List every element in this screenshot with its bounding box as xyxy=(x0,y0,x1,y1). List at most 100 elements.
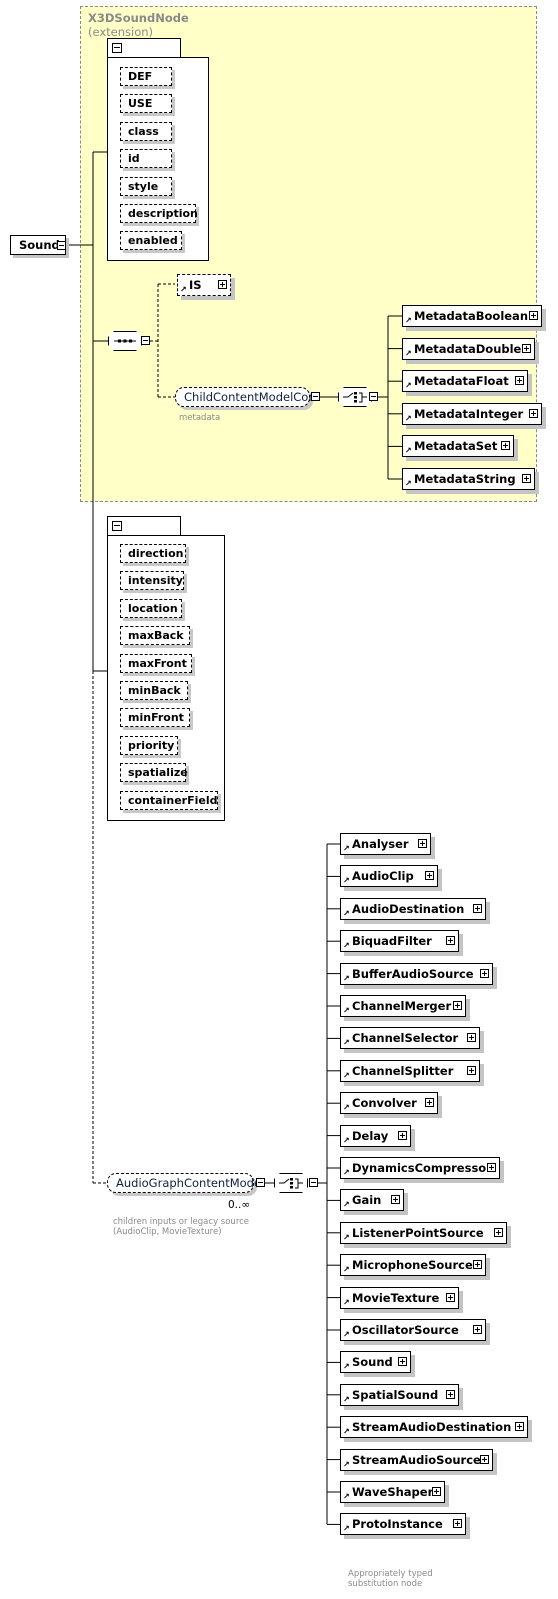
reference-arrow-icon: ↗ xyxy=(343,844,350,853)
attribute-spatialize[interactable]: spatialize xyxy=(120,763,188,783)
element-delay[interactable]: ↗ Delay xyxy=(340,1124,411,1147)
expand-icon[interactable] xyxy=(473,903,482,913)
element-label: MetadataDouble xyxy=(414,341,522,356)
choice-icon xyxy=(343,392,367,403)
attribute-class[interactable]: class xyxy=(120,121,172,141)
expand-icon[interactable] xyxy=(218,280,227,289)
attribute-intensity[interactable]: intensity xyxy=(120,571,184,591)
element-sound[interactable]: ↗ Sound xyxy=(340,1351,411,1374)
reference-arrow-icon: ↗ xyxy=(343,1459,350,1469)
expand-icon[interactable] xyxy=(515,376,524,386)
element-stream-audio-destination[interactable]: ↗ StreamAudioDestination xyxy=(340,1416,528,1439)
expand-icon[interactable] xyxy=(453,1519,462,1529)
attribute-enabled[interactable]: enabled xyxy=(120,231,182,251)
collapse-icon[interactable] xyxy=(57,241,66,250)
reference-arrow-icon: ↗ xyxy=(343,876,350,886)
group-child-content-model-core[interactable]: ChildContentModelCore xyxy=(175,387,320,407)
attribute-id[interactable]: id xyxy=(120,149,172,169)
attribute-containerfield[interactable]: containerField xyxy=(120,790,218,810)
element-stream-audio-source[interactable]: ↗ StreamAudioSource xyxy=(340,1448,493,1471)
element-metadata-boolean[interactable]: ↗ MetadataBoolean xyxy=(402,305,542,327)
root-element-sound[interactable]: Sound xyxy=(10,235,66,255)
expand-icon[interactable] xyxy=(467,1033,476,1043)
element-metadata-set[interactable]: ↗ MetadataSet xyxy=(402,435,514,458)
collapse-icon[interactable] xyxy=(369,392,378,401)
attribute-location[interactable]: location xyxy=(120,598,182,618)
attribute-maxback[interactable]: maxBack xyxy=(120,626,190,646)
expand-icon[interactable] xyxy=(398,1357,407,1367)
attribute-def[interactable]: DEF xyxy=(120,67,172,86)
element-channel-splitter[interactable]: ↗ ChannelSplitter xyxy=(340,1059,480,1082)
expand-icon[interactable] xyxy=(398,1130,407,1140)
own-attributes-header[interactable]: attributes xyxy=(107,516,181,546)
collapse-icon[interactable] xyxy=(141,336,150,345)
expand-icon[interactable] xyxy=(480,1454,489,1464)
reference-arrow-icon: ↗ xyxy=(343,1232,350,1242)
element-dynamics-compressor[interactable]: ↗ DynamicsCompressor xyxy=(340,1157,500,1179)
collapse-icon[interactable] xyxy=(112,43,122,53)
element-biquad-filter[interactable]: ↗ BiquadFilter xyxy=(340,930,459,953)
element-metadata-float[interactable]: ↗ MetadataFloat xyxy=(402,370,528,393)
collapse-icon[interactable] xyxy=(256,1178,265,1187)
collapse-icon[interactable] xyxy=(311,392,320,401)
element-label: MetadataSet xyxy=(414,439,498,454)
element-proto-instance[interactable]: ↗ ProtoInstance xyxy=(340,1513,466,1536)
collapse-icon[interactable] xyxy=(112,521,122,531)
element-spatial-sound[interactable]: ↗ SpatialSound xyxy=(340,1383,459,1406)
expand-icon[interactable] xyxy=(467,1065,476,1075)
collapse-icon[interactable] xyxy=(309,1178,318,1187)
element-channel-merger[interactable]: ↗ ChannelMerger xyxy=(340,995,466,1017)
attribute-label: priority xyxy=(128,738,175,752)
element-channel-selector[interactable]: ↗ ChannelSelector xyxy=(340,1027,480,1050)
choice-icon xyxy=(279,1178,303,1189)
element-metadata-string[interactable]: ↗ MetadataString xyxy=(402,468,535,490)
attribute-minfront[interactable]: minFront xyxy=(120,708,190,728)
expand-icon[interactable] xyxy=(391,1195,400,1205)
expand-icon[interactable] xyxy=(446,1292,455,1302)
attribute-use[interactable]: USE xyxy=(120,94,172,114)
expand-icon[interactable] xyxy=(522,474,531,483)
element-metadata-integer[interactable]: ↗ MetadataInteger xyxy=(402,402,542,425)
group-label: ChildContentModelCore xyxy=(184,390,320,404)
expand-icon[interactable] xyxy=(494,1227,503,1237)
element-gain[interactable]: ↗ Gain xyxy=(340,1189,404,1212)
expand-icon[interactable] xyxy=(446,936,455,946)
attribute-description[interactable]: description xyxy=(120,204,198,223)
inherited-attributes-header[interactable]: attributes xyxy=(107,38,181,68)
expand-icon[interactable] xyxy=(473,1325,482,1334)
expand-icon[interactable] xyxy=(529,311,538,320)
reference-arrow-icon: ↗ xyxy=(405,413,412,423)
expand-icon[interactable] xyxy=(425,1098,434,1108)
attribute-minback[interactable]: minBack xyxy=(120,681,188,700)
element-oscillator-source[interactable]: ↗ OscillatorSource xyxy=(340,1319,486,1341)
group-audio-graph-content-model[interactable]: AudioGraphContentModel xyxy=(107,1173,264,1193)
element-wave-shaper[interactable]: ↗ WaveShaper xyxy=(340,1481,445,1503)
element-audio-destination[interactable]: ↗ AudioDestination xyxy=(340,897,486,920)
element-buffer-audio-source[interactable]: ↗ BufferAudioSource xyxy=(340,962,493,985)
expand-icon[interactable] xyxy=(529,408,538,418)
attribute-style[interactable]: style xyxy=(120,176,172,196)
expand-icon[interactable] xyxy=(487,1163,496,1172)
attribute-maxfront[interactable]: maxFront xyxy=(120,653,192,673)
element-is[interactable]: ↗ IS xyxy=(177,274,231,296)
element-microphone-source[interactable]: ↗ MicrophoneSource xyxy=(340,1254,486,1277)
element-label: SpatialSound xyxy=(352,1387,439,1402)
expand-icon[interactable] xyxy=(453,1001,462,1010)
element-audio-clip[interactable]: ↗ AudioClip xyxy=(340,865,438,888)
element-metadata-double[interactable]: ↗ MetadataDouble xyxy=(402,337,535,360)
expand-icon[interactable] xyxy=(480,968,489,978)
expand-icon[interactable] xyxy=(501,441,510,451)
expand-icon[interactable] xyxy=(515,1422,524,1432)
expand-icon[interactable] xyxy=(432,1487,441,1496)
element-movie-texture[interactable]: ↗ MovieTexture xyxy=(340,1286,459,1309)
element-analyser[interactable]: ↗ Analyser xyxy=(340,833,431,855)
expand-icon[interactable] xyxy=(425,871,434,881)
attribute-priority[interactable]: priority xyxy=(120,735,178,755)
element-listener-point-source[interactable]: ↗ ListenerPointSource xyxy=(340,1221,507,1244)
expand-icon[interactable] xyxy=(446,1389,455,1399)
attribute-direction[interactable]: direction xyxy=(120,544,186,563)
expand-icon[interactable] xyxy=(522,343,531,353)
expand-icon[interactable] xyxy=(418,839,427,848)
element-convolver[interactable]: ↗ Convolver xyxy=(340,1092,438,1115)
expand-icon[interactable] xyxy=(473,1260,482,1270)
